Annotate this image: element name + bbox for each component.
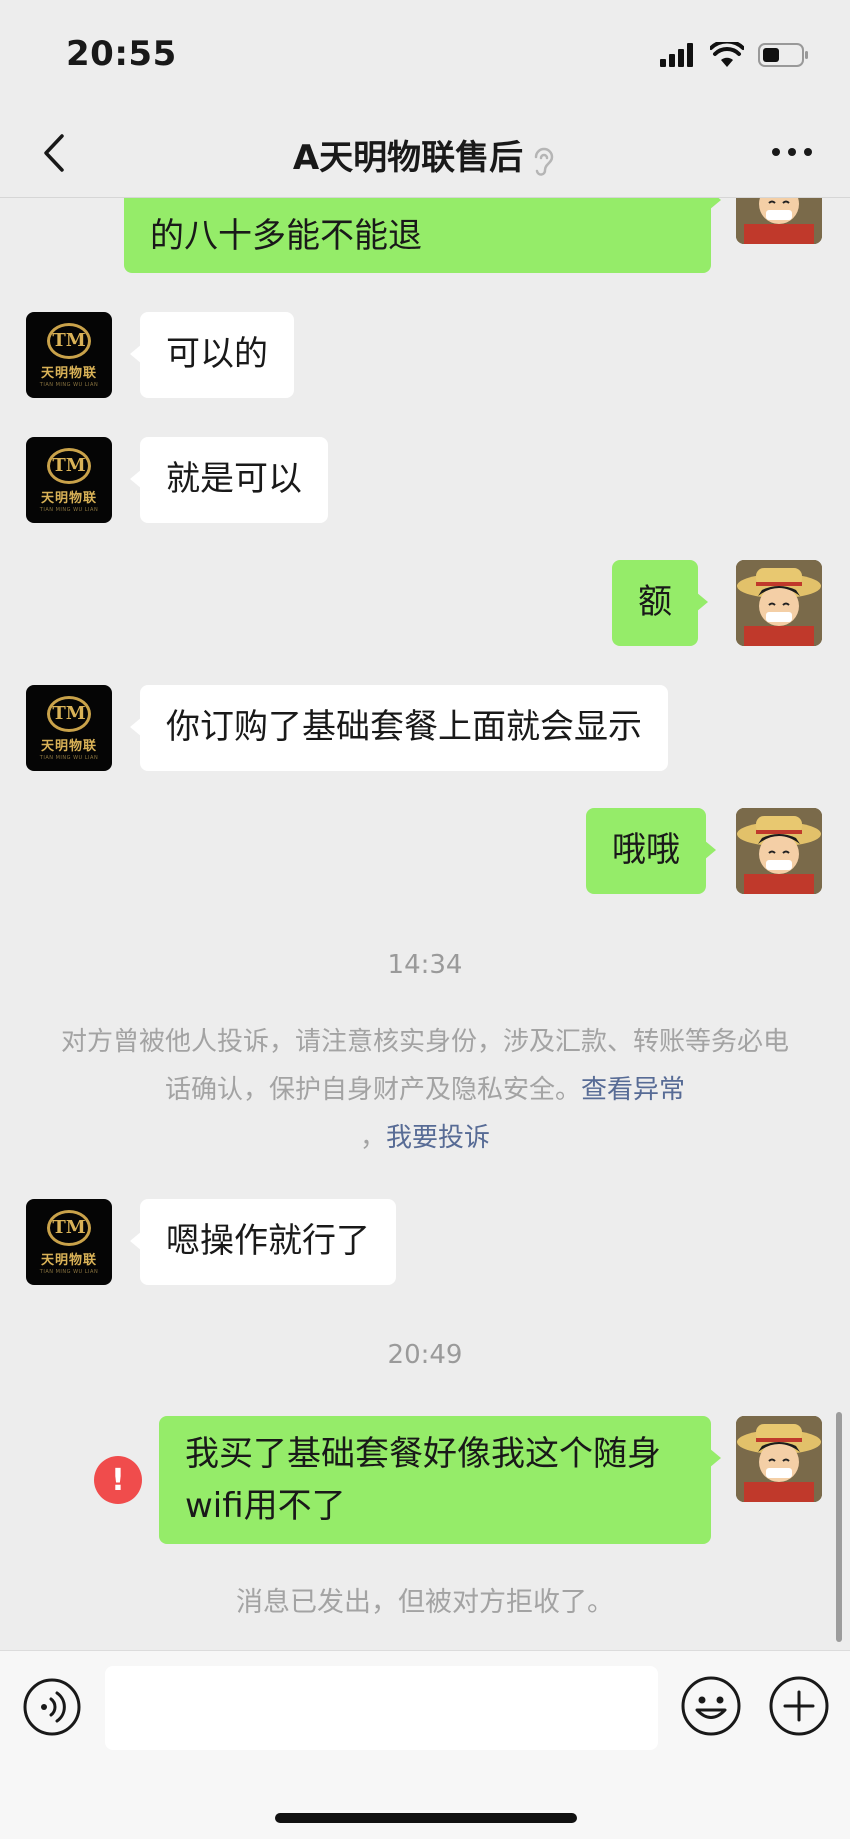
logo-subtitle: TIAN MING WU LIAN: [39, 506, 99, 513]
report-link[interactable]: 我要投诉: [386, 1123, 490, 1153]
my-avatar[interactable]: [736, 560, 822, 646]
logo-mark: TM: [47, 695, 91, 732]
chat-title: A天明物联售后: [292, 138, 524, 178]
chat-timestamp: 20:49: [387, 1340, 463, 1370]
my-avatar[interactable]: [736, 1416, 822, 1502]
contact-avatar[interactable]: TM 天明物联 TIAN MING WU LIAN: [26, 437, 112, 523]
chat-header: A天明物联售后: [0, 110, 850, 198]
message-input[interactable]: [105, 1666, 658, 1750]
chat-title-wrap: A天明物联售后: [0, 130, 850, 179]
message-text: 我买了基础套餐好像我这个随身wifi用不了: [185, 1434, 661, 1526]
message-text: 你订购了基础套餐上面就会显示: [166, 707, 642, 747]
message-bubble-outgoing[interactable]: 我买了基础套餐好像我这个随身wifi用不了: [159, 1416, 721, 1544]
battery-icon: [758, 43, 808, 67]
luffy-avatar-image: [736, 1416, 822, 1502]
rejected-notice: 消息已发出，但被对方拒收了。: [236, 1587, 614, 1618]
chat-area[interactable]: 的八十多能不能退 TM 天明物联 TIAN MING WU LIAN 可以的 T…: [0, 198, 850, 1650]
luffy-avatar-image: [736, 560, 822, 646]
logo-subtitle: TIAN MING WU LIAN: [39, 754, 99, 761]
message-text: 嗯操作就行了: [166, 1221, 370, 1261]
message-bubble-incoming[interactable]: 你订购了基础套餐上面就会显示: [130, 685, 668, 771]
status-bar: 20:55: [0, 0, 850, 110]
message-bubble-incoming[interactable]: 嗯操作就行了: [130, 1199, 396, 1285]
view-anomaly-link[interactable]: 查看异常: [581, 1075, 685, 1105]
wifi-icon: [710, 42, 744, 67]
signal-icon: [660, 43, 693, 67]
message-text: 可以的: [166, 334, 268, 374]
my-avatar[interactable]: [736, 198, 822, 244]
logo-name: 天明物联: [40, 365, 97, 381]
message-text: 额: [638, 582, 672, 622]
message-text: 哦哦: [612, 830, 680, 870]
notice-separator: ，: [359, 1123, 386, 1153]
message-text: 就是可以: [166, 459, 302, 499]
security-notice: 对方曾被他人投诉，请注意核实身份，涉及汇款、转账等务必电话确认，保护自身财产及隐…: [60, 1018, 790, 1162]
message-text: 的八十多能不能退: [150, 216, 422, 256]
logo-mark: TM: [47, 447, 91, 484]
voice-icon[interactable]: [22, 1677, 82, 1737]
contact-avatar[interactable]: TM 天明物联 TIAN MING WU LIAN: [26, 312, 112, 398]
plus-icon[interactable]: [768, 1675, 830, 1737]
logo-name: 天明物联: [40, 490, 97, 506]
more-icon[interactable]: [772, 148, 812, 158]
status-time: 20:55: [66, 34, 177, 74]
message-bubble-outgoing[interactable]: 额: [612, 560, 708, 646]
chat-scrollbar[interactable]: [836, 1412, 842, 1642]
ear-icon: [534, 147, 554, 176]
contact-avatar[interactable]: TM 天明物联 TIAN MING WU LIAN: [26, 1199, 112, 1285]
logo-name: 天明物联: [40, 1252, 97, 1268]
logo-subtitle: TIAN MING WU LIAN: [39, 381, 99, 388]
contact-avatar[interactable]: TM 天明物联 TIAN MING WU LIAN: [26, 685, 112, 771]
message-bubble-incoming[interactable]: 可以的: [130, 312, 294, 398]
chat-timestamp: 14:34: [387, 950, 463, 980]
home-indicator: [275, 1813, 577, 1823]
message-bubble-outgoing[interactable]: 的八十多能不能退: [124, 198, 721, 273]
logo-subtitle: TIAN MING WU LIAN: [39, 1268, 99, 1275]
message-bubble-outgoing[interactable]: 哦哦: [586, 808, 716, 894]
send-failed-icon[interactable]: !: [94, 1456, 142, 1504]
emoji-icon[interactable]: [680, 1675, 742, 1737]
logo-mark: TM: [47, 1209, 91, 1246]
luffy-avatar-image: [736, 198, 822, 244]
message-bubble-incoming[interactable]: 就是可以: [130, 437, 328, 523]
input-bar: [0, 1650, 850, 1839]
logo-name: 天明物联: [40, 738, 97, 754]
logo-mark: TM: [47, 322, 91, 359]
my-avatar[interactable]: [736, 808, 822, 894]
status-icons: [660, 38, 810, 72]
luffy-avatar-image: [736, 808, 822, 894]
